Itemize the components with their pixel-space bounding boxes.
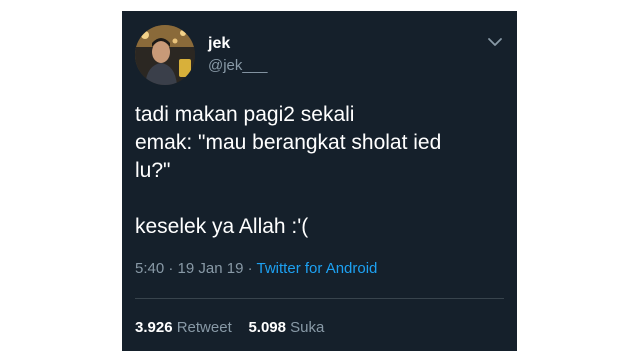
tweet-text-line: emak: "mau berangkat sholat ied [135, 131, 442, 154]
meta-separator: · [247, 260, 253, 277]
tweet-time[interactable]: 5:40 [135, 260, 164, 277]
tweet-text-line: keselek ya Allah :'( [135, 215, 309, 238]
tweet-meta: 5:40 · 19 Jan 19 · Twitter for Android [135, 260, 377, 277]
display-name[interactable]: jek [208, 35, 230, 53]
chevron-down-icon[interactable] [486, 33, 504, 51]
tweet-card: jek @jek___ tadi makan pagi2 sekali emak… [122, 11, 517, 351]
retweet-label: Retweet [176, 319, 232, 336]
tweet-text: tadi makan pagi2 sekali emak: "mau beran… [135, 101, 505, 241]
like-count: 5.098 [248, 319, 286, 336]
tweet-source-link[interactable]: Twitter for Android [257, 260, 378, 277]
tweet-date[interactable]: 19 Jan 19 [178, 260, 244, 277]
like-label: Suka [290, 319, 325, 336]
meta-separator: · [168, 260, 174, 277]
like-stat[interactable]: 5.098 Suka [248, 319, 324, 336]
avatar-photo [135, 25, 195, 85]
user-handle[interactable]: @jek___ [208, 57, 267, 74]
tweet-text-line: tadi makan pagi2 sekali [135, 103, 355, 126]
divider [135, 298, 504, 299]
retweet-count: 3.926 [135, 319, 173, 336]
retweet-stat[interactable]: 3.926 Retweet [135, 319, 236, 336]
tweet-text-line: lu?" [135, 159, 171, 182]
tweet-stats: 3.926 Retweet 5.098 Suka [135, 319, 324, 336]
avatar[interactable] [135, 25, 195, 85]
